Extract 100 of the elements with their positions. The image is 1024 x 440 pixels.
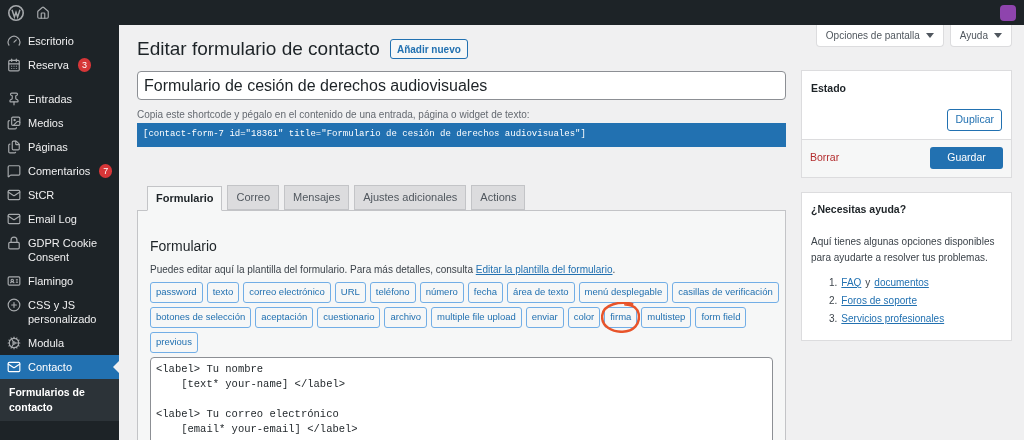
menu-label: Medios	[28, 116, 64, 130]
user-avatar[interactable]	[1000, 4, 1016, 21]
list-number: 2.	[829, 293, 838, 308]
tag-button[interactable]: firma	[604, 307, 638, 328]
tag-button[interactable]: casillas de verificación	[672, 282, 779, 303]
tab[interactable]: Actions	[471, 185, 526, 210]
tag-button[interactable]: correo electrónico	[243, 282, 331, 303]
joiner-text: y	[865, 275, 871, 290]
dropdown-caret-icon	[925, 33, 934, 38]
shortcode-field[interactable]: [contact-form-7 id="18361" title="Formulario de cesión de derechos audiovisuales"]	[137, 123, 786, 147]
section-heading: Formulario	[150, 237, 218, 256]
code-line: [text* your-name] </label>	[180, 377, 347, 392]
menu-label: StCR	[28, 188, 55, 202]
help-link[interactable]: Foros de soporte	[841, 291, 917, 310]
tag-button[interactable]: texto	[206, 282, 240, 303]
sidebar-item[interactable]: Páginas	[0, 135, 119, 159]
help-link[interactable]: FAQ	[841, 273, 862, 292]
tag-button[interactable]: multiple file upload	[431, 307, 522, 328]
menu-label: Modula	[28, 336, 65, 350]
delete-link[interactable]: Borrar	[810, 150, 840, 167]
home-icon[interactable]	[36, 5, 50, 20]
tab[interactable]: Ajustes adicionales	[354, 185, 467, 210]
tag-button[interactable]: enviar	[525, 307, 564, 328]
title-input[interactable]: Formulario de cesión de derechos audiovisuales	[137, 71, 786, 100]
envelope-icon	[7, 212, 21, 226]
menu-label: Email Log	[28, 212, 77, 226]
sidebar-item[interactable]: Flamingo	[0, 269, 119, 293]
gear-icon	[7, 336, 21, 350]
sidebar-item[interactable]: Reserva 3	[0, 53, 119, 77]
sidebar-item[interactable]: Contacto	[0, 355, 119, 379]
add-new-button[interactable]: Añadir nuevo	[389, 39, 468, 59]
tag-button[interactable]: aceptación	[255, 307, 314, 328]
tab[interactable]: Formulario	[147, 186, 223, 211]
wordpress-logo-icon[interactable]	[8, 4, 24, 21]
menu-label: Reserva	[28, 58, 69, 72]
sidebar-item[interactable]: GDPR Cookie Consent	[0, 231, 119, 269]
screen-options-tab[interactable]: Ayuda	[949, 25, 1012, 47]
tag-button[interactable]: form field	[695, 307, 747, 328]
tab[interactable]: Mensajes	[284, 185, 350, 210]
current-arrow-icon	[113, 361, 119, 373]
sidebar-item[interactable]: Entradas	[0, 87, 119, 111]
envelope-icon	[7, 188, 21, 202]
count-badge: 7	[99, 164, 113, 178]
sidebar-item[interactable]: CSS y JS personalizado	[0, 293, 119, 331]
menu-label: GDPR Cookie Consent	[28, 236, 99, 264]
menu-label: Páginas	[28, 140, 68, 154]
list-number: 1.	[829, 275, 838, 290]
tag-button[interactable]: previous	[150, 332, 198, 353]
pages-icon	[7, 140, 21, 154]
tag-button[interactable]: URL	[334, 282, 366, 303]
screen-options-tab[interactable]: Opciones de pantalla	[815, 25, 944, 47]
tag-button[interactable]: número	[419, 282, 464, 303]
tag-button[interactable]: color	[567, 307, 601, 328]
menu-label: Flamingo	[28, 274, 74, 288]
help-text: Aquí tienes algunas opciones disponibles para ayudarte a resolver tus problemas.	[811, 234, 996, 265]
code-line: <label> Tu nombre	[156, 362, 265, 377]
tag-button[interactable]: área de texto	[507, 282, 575, 303]
help-link[interactable]: Servicios profesionales	[841, 309, 945, 328]
code-editor[interactable]: <label> Tu nombre [text* your-name] </label> <label> Tu correo electrónico [email* your-email] </label>	[150, 357, 773, 440]
shortcode-hint: Copia este shortcode y pégalo en el contenido de una entrada, página o widget de texto:	[137, 108, 531, 121]
sidebar-item[interactable]: StCR	[0, 183, 119, 207]
card-icon	[7, 274, 21, 288]
menu-label: Comentarios	[28, 164, 91, 178]
envelope-icon	[7, 360, 21, 374]
tag-button[interactable]: botones de selección	[150, 307, 252, 328]
images-icon	[7, 116, 21, 130]
list-number: 3.	[829, 311, 838, 326]
tag-button[interactable]: cuestionario	[317, 307, 381, 328]
box-title: ¿Necesitas ayuda?	[811, 201, 908, 218]
sidebar-item[interactable]: Comentarios 7	[0, 159, 119, 183]
menu-label: Escritorio	[28, 34, 74, 48]
lock-icon	[7, 236, 21, 250]
tag-button[interactable]: archivo	[384, 307, 428, 328]
tag-button[interactable]: fecha	[467, 282, 504, 303]
tag-button[interactable]: menú desplegable	[578, 282, 669, 303]
sidebar-item[interactable]: Escritorio	[0, 29, 119, 53]
sidebar-item[interactable]: Medios	[0, 111, 119, 135]
tab[interactable]: Correo	[227, 185, 280, 210]
tag-button[interactable]: password	[150, 282, 203, 303]
sidebar-item[interactable]: Modula	[0, 331, 119, 355]
gauge-icon	[7, 34, 21, 48]
dropdown-caret-icon	[994, 33, 1002, 38]
count-badge: 3	[77, 58, 91, 72]
menu-label: Contacto	[28, 360, 73, 374]
tag-button[interactable]: teléfono	[369, 282, 416, 303]
duplicate-button[interactable]: Duplicar	[947, 108, 1002, 131]
speech-bubble-icon	[7, 164, 21, 178]
help-link[interactable]: documentos	[874, 273, 929, 292]
calendar-icon	[7, 58, 21, 72]
save-button[interactable]: Guardar	[930, 147, 1003, 170]
code-line: <label> Tu correo electrónico	[156, 407, 340, 422]
page-title: Editar formulario de contacto	[137, 36, 380, 61]
code-line: [email* your-email] </label>	[180, 422, 359, 437]
sidebar-item[interactable]: Email Log	[0, 207, 119, 231]
pin-icon	[7, 92, 21, 106]
tag-button[interactable]: multistep	[641, 307, 692, 328]
section-description: Puedes editar aquí la plantilla del formulario. Para más detalles, consulta Editar la plantilla del formulario.	[150, 263, 617, 277]
menu-label: Entradas	[28, 92, 73, 106]
box-title: Estado	[810, 81, 847, 96]
menu-label: CSS y JS personalizado	[28, 298, 98, 326]
